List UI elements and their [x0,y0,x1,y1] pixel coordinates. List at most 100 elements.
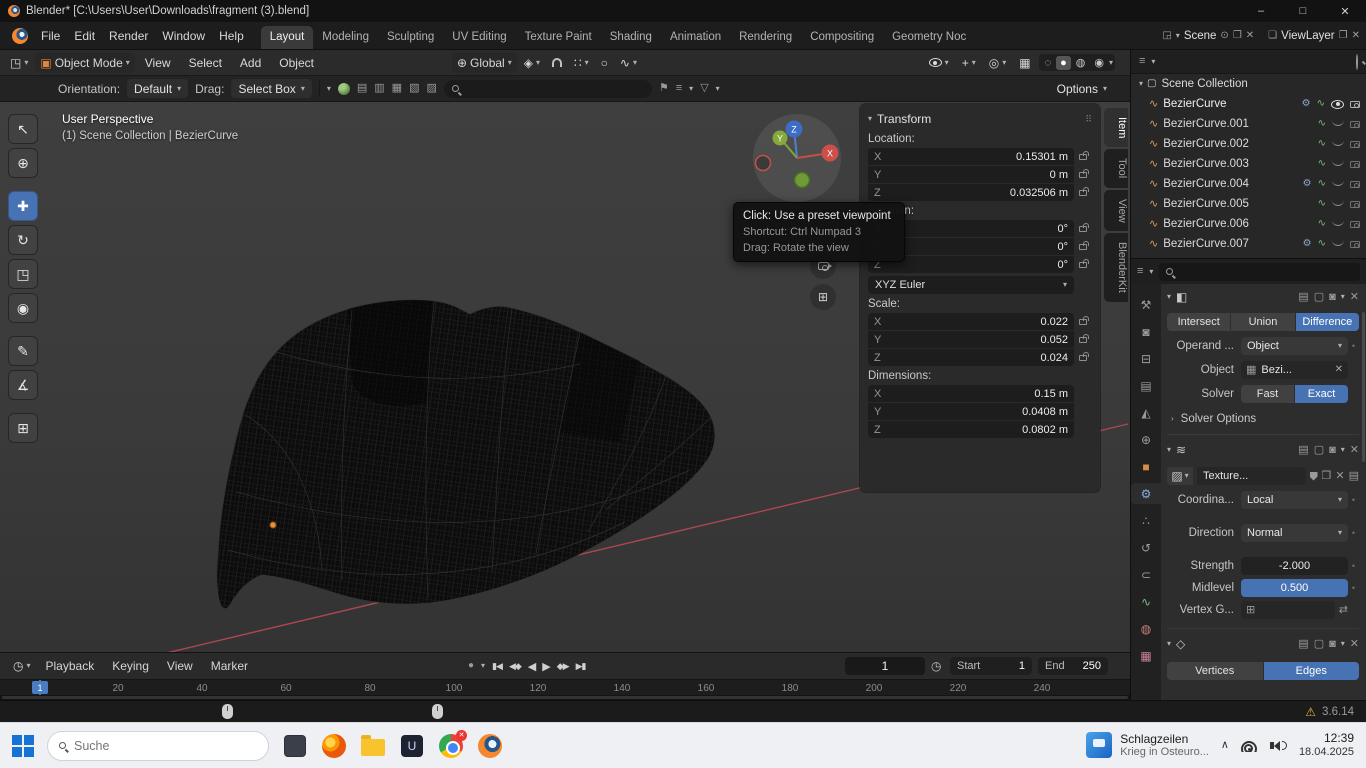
tool-annotate[interactable]: ✎ [8,336,38,366]
hidden-eye-icon[interactable] [1332,200,1344,206]
workspace-tab-layout[interactable]: Layout [261,26,314,49]
affect-vertices-button[interactable]: Vertices [1167,662,1263,680]
decorator-dot[interactable]: • [1348,562,1359,571]
material-sphere-icon[interactable] [338,83,350,95]
bookmark-flag-icon[interactable]: ⚑ [659,83,669,94]
extras-dropdown-icon[interactable]: ▾ [1341,446,1345,454]
render-camera-icon[interactable] [1350,201,1360,208]
display-render-icon[interactable]: ◙ [1329,639,1336,650]
close-button[interactable]: ✕ [1324,0,1366,22]
chevron-down-icon[interactable]: ▾ [1176,32,1180,40]
hidden-eye-icon[interactable] [1332,220,1344,226]
taskbar-blender[interactable] [477,733,503,759]
maximize-button[interactable]: □ [1282,0,1324,22]
search-icon[interactable] [1356,54,1358,70]
workspace-tab-texture-paint[interactable]: Texture Paint [516,26,601,49]
lock-icon[interactable] [1074,355,1092,361]
copy-texture-icon[interactable]: ❐ [1322,471,1332,482]
dimensions-x-field[interactable]: X0.15 m [868,385,1074,402]
menu-view-timeline[interactable]: View [159,659,201,673]
rotation-mode-dropdown[interactable]: XYZ Euler▾ [868,276,1074,294]
options-dropdown[interactable]: Options ▾ [1050,79,1114,98]
xray-toggle[interactable]: ▦ [1014,53,1035,73]
extras-dropdown-icon[interactable]: ▾ [1341,640,1345,648]
overlays-dropdown[interactable]: ◎ ▾ [984,53,1012,73]
tab-constraints[interactable]: ⊂ [1131,564,1161,585]
workspace-tab-rendering[interactable]: Rendering [730,26,801,49]
scene-name[interactable]: Scene [1184,30,1217,42]
timeline-ruler[interactable]: 20 40 60 80 100 120 140 160 180 200 220 … [0,679,1130,700]
snap-mode-icon-3[interactable]: ▦ [392,83,402,94]
bevel-modifier-header[interactable]: ▾ ◇ ▤ ▢ ◙ ▾ ✕ [1167,635,1359,653]
snap-mode-icon-2[interactable]: ▥ [374,83,384,94]
hidden-eye-icon[interactable] [1332,240,1344,246]
tool-rotate[interactable]: ↻ [8,225,38,255]
unlink-scene-icon[interactable]: ✕ [1246,31,1254,41]
current-frame-field[interactable]: 1 [845,657,925,675]
panel-drag-handle-icon[interactable]: ⠿ [1085,115,1092,124]
affect-edges-button[interactable]: Edges [1264,662,1360,680]
workspace-tab-animation[interactable]: Animation [661,26,730,49]
tab-particles[interactable]: ∴ [1131,510,1161,531]
collapse-icon[interactable]: ▾ [1167,446,1171,454]
start-button[interactable] [12,735,34,757]
texture-name-field[interactable]: Texture... [1197,467,1306,485]
jump-to-start-button[interactable]: ▮◀ [492,661,502,672]
operation-difference-button[interactable]: Difference [1296,313,1359,331]
viewport-grid-button[interactable]: ⊞ [810,284,836,310]
invert-vertex-group-icon[interactable]: ⇄ [1339,605,1348,616]
chevron-down-icon[interactable]: ▾ [1151,58,1155,66]
properties-editor-icon[interactable]: ≡ [1137,266,1143,277]
display-editmode-icon[interactable]: ▤ [1298,445,1308,456]
operation-intersect-button[interactable]: Intersect [1167,313,1230,331]
disclosure-right-icon[interactable]: › [1171,415,1174,423]
location-x-field[interactable]: X0.15301 m [868,148,1074,165]
menu-select[interactable]: Select [181,56,230,70]
lock-icon[interactable] [1074,244,1092,250]
scale-x-field[interactable]: X0.022 [868,313,1074,330]
lock-icon[interactable] [1074,154,1092,160]
mesh-object[interactable] [217,300,715,609]
sidebar-tab-tool[interactable]: Tool [1104,149,1128,187]
proportional-falloff-dropdown[interactable]: ∿ ▾ [615,53,642,73]
wifi-icon[interactable] [1241,740,1258,752]
midlevel-slider[interactable]: 0.500 [1241,579,1348,597]
render-camera-icon[interactable] [1350,161,1360,168]
outliner-item[interactable]: ∿ BezierCurve.002 ∿ [1131,134,1366,154]
lock-icon[interactable] [1074,190,1092,196]
menu-window[interactable]: Window [155,26,212,46]
workspace-tab-modeling[interactable]: Modeling [313,26,378,49]
fake-user-shield-icon[interactable] [1310,472,1318,481]
hidden-eye-icon[interactable] [1332,140,1344,146]
tab-output[interactable]: ⊟ [1131,348,1161,369]
object-visibility-dropdown[interactable]: ▾ [924,53,954,73]
display-realtime-icon[interactable]: ▢ [1314,292,1324,303]
menu-playback[interactable]: Playback [38,659,103,673]
coordinates-dropdown[interactable]: Local▾ [1241,491,1348,509]
display-editmode-icon[interactable]: ▤ [1298,639,1308,650]
outliner-root-collection[interactable]: ▾ ▢ Scene Collection [1131,74,1366,94]
collapse-icon[interactable]: ▾ [1167,293,1171,301]
display-render-icon[interactable]: ◙ [1329,292,1336,303]
solver-fast-button[interactable]: Fast [1241,385,1294,403]
blender-menu-icon[interactable] [12,28,28,44]
menu-edit[interactable]: Edit [67,26,102,46]
pivot-point-dropdown[interactable]: ◈ ▾ [519,53,545,73]
outliner-item[interactable]: ∿ BezierCurve.001 ∿ [1131,114,1366,134]
outliner-item[interactable]: ∿ BezierCurve.003 ∿ [1131,154,1366,174]
previous-keyframe-button[interactable]: ◀◆ [509,661,521,672]
snap-toggle[interactable] [547,53,567,73]
jump-to-end-button[interactable]: ▶▮ [576,661,586,672]
dimensions-y-field[interactable]: Y0.0408 m [868,403,1074,420]
panel-collapse-icon[interactable]: ▾ [868,115,872,123]
menu-render[interactable]: Render [102,26,155,46]
direction-dropdown[interactable]: Normal▾ [1241,524,1348,542]
decorator-dot[interactable]: • [1348,496,1359,505]
outliner-item-beziercurve[interactable]: ∿ BezierCurve ⚙ ∿ [1131,94,1366,114]
dimensions-z-field[interactable]: Z0.0802 m [868,421,1074,438]
search-input[interactable] [74,739,234,753]
unlink-texture-icon[interactable]: ✕ [1335,471,1344,482]
display-realtime-icon[interactable]: ▢ [1314,445,1324,456]
location-y-field[interactable]: Y0 m [868,166,1074,183]
snap-mode-icon-4[interactable]: ▧ [409,83,419,94]
